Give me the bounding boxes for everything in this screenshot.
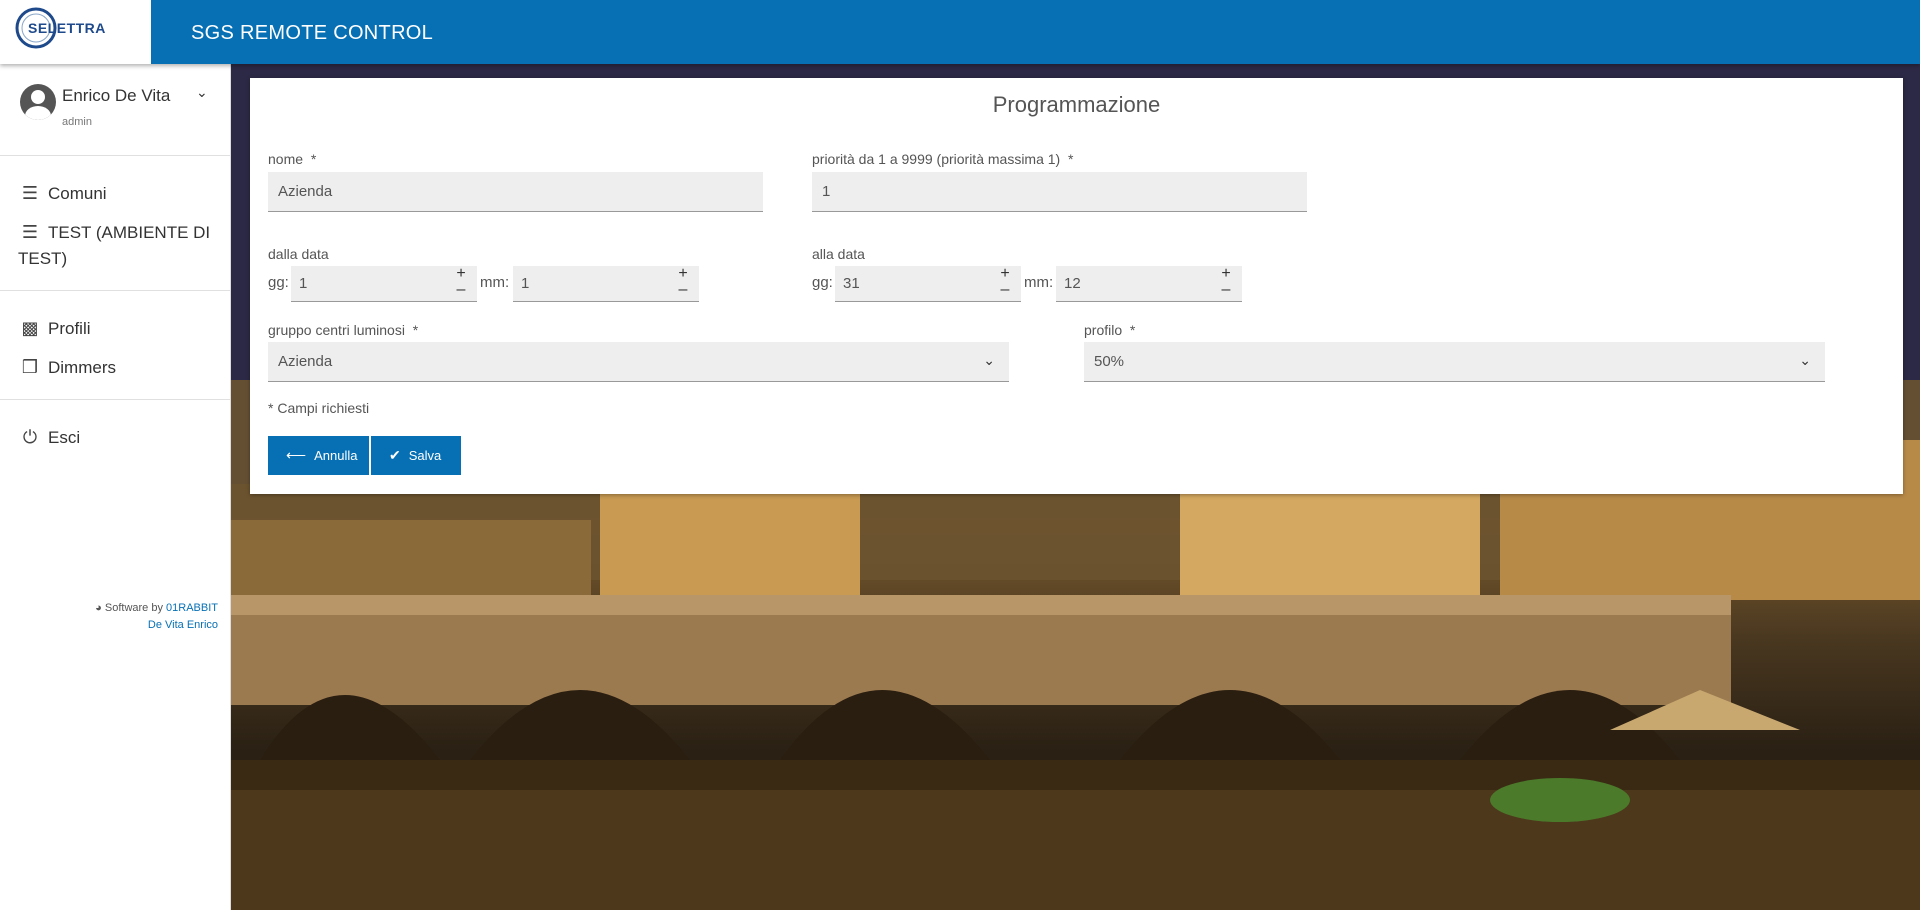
credit-author-link[interactable]: De Vita Enrico — [148, 619, 218, 631]
alla-gg-prefix: gg: — [812, 274, 833, 291]
sidebar-item-test[interactable]: ☰ TEST (AMBIENTE DI TEST) — [0, 213, 230, 278]
logo-text: SELETTRA — [28, 20, 106, 36]
sidebar-item-comuni[interactable]: ☰ Comuni — [0, 174, 230, 213]
required-note: * Campi richiesti — [268, 400, 370, 416]
nav-group-exit: ⏻ Esci — [0, 400, 230, 469]
sidebar: Enrico De Vita admin ⌄ ☰ Comuni ☰ TEST (AM… — [0, 64, 231, 910]
sidebar-item-dimmers[interactable]: ❒ Dimmers — [0, 348, 230, 387]
priorita-label: priorità da 1 a 9999 (priorità massima 1… — [812, 151, 1074, 167]
dalla-data-label: dalla data — [268, 246, 329, 262]
user-panel[interactable]: Enrico De Vita admin ⌄ — [0, 64, 230, 156]
dalla-gg-prefix: gg: — [268, 274, 289, 291]
software-credit: ◕ Software by 01RABBIT De Vita Enrico — [95, 600, 218, 634]
user-role: admin — [62, 116, 92, 128]
minus-icon[interactable]: – — [1218, 282, 1234, 298]
alla-mm-prefix: mm: — [1024, 274, 1054, 291]
programmazione-form: Programmazione nome * Azienda priorità d… — [250, 78, 1903, 494]
bar-chart-icon: ▩ — [21, 318, 39, 338]
nome-label: nome * — [268, 151, 317, 167]
nav-group-places: ☰ Comuni ☰ TEST (AMBIENTE DI TEST) — [0, 156, 230, 291]
dalla-mm-stepper[interactable]: 1 + – — [513, 266, 699, 302]
dalla-gg-stepper[interactable]: 1 + – — [291, 266, 477, 302]
sidebar-item-label: Esci — [48, 428, 81, 447]
profilo-select[interactable]: 50% ⌄ — [1084, 342, 1825, 382]
dalla-mm-prefix: mm: — [480, 274, 510, 291]
sidebar-item-label: Comuni — [48, 184, 107, 203]
user-name: Enrico De Vita — [62, 86, 171, 105]
sidebar-item-esci[interactable]: ⏻ Esci — [0, 418, 230, 457]
save-button[interactable]: ✔ Salva — [371, 436, 461, 475]
sidebar-item-profili[interactable]: ▩ Profili — [0, 309, 230, 348]
minus-icon[interactable]: – — [997, 282, 1013, 298]
nav-group-config: ▩ Profili ❒ Dimmers — [0, 291, 230, 400]
chevron-down-icon: ⌄ — [983, 352, 995, 368]
gruppo-label: gruppo centri luminosi * — [268, 322, 419, 338]
plus-icon[interactable]: + — [997, 266, 1013, 282]
rabbit-icon: ◕ — [95, 602, 102, 614]
alla-mm-stepper[interactable]: 12 + – — [1056, 266, 1242, 302]
page-title: Programmazione — [992, 92, 1161, 117]
cubes-icon: ❒ — [21, 357, 39, 377]
app-title: SGS REMOTE CONTROL — [191, 22, 434, 44]
plus-icon[interactable]: + — [675, 266, 691, 282]
sidebar-item-label: Dimmers — [48, 358, 116, 377]
arrow-left-icon: ⟵ — [286, 447, 307, 463]
cancel-button[interactable]: ⟵ Annulla — [268, 436, 369, 475]
priorita-input[interactable]: 1 — [812, 172, 1307, 212]
profilo-label: profilo * — [1084, 322, 1136, 338]
logo[interactable]: SELETTRA — [0, 0, 151, 64]
credit-company-link[interactable]: 01RABBIT — [166, 602, 218, 614]
top-bar: SELETTRA SGS REMOTE CONTROL — [0, 0, 1920, 64]
plus-icon[interactable]: + — [1218, 266, 1234, 282]
account-circle-icon — [20, 84, 56, 120]
minus-icon[interactable]: – — [675, 282, 691, 298]
gruppo-select[interactable]: Azienda ⌄ — [268, 342, 1009, 382]
alla-data-label: alla data — [812, 246, 865, 262]
check-icon: ✔ — [389, 447, 401, 463]
signpost-icon: ☰ — [21, 222, 39, 242]
plus-icon[interactable]: + — [453, 266, 469, 282]
sidebar-item-label: TEST (AMBIENTE DI TEST) — [18, 223, 211, 268]
minus-icon[interactable]: – — [453, 282, 469, 298]
nome-input[interactable]: Azienda — [268, 172, 763, 212]
chevron-down-icon[interactable]: ⌄ — [196, 84, 208, 101]
credit-prefix: Software by — [104, 602, 163, 614]
alla-gg-stepper[interactable]: 31 + – — [835, 266, 1021, 302]
power-icon: ⏻ — [22, 427, 38, 447]
signpost-icon: ☰ — [21, 183, 39, 203]
sidebar-item-label: Profili — [48, 319, 91, 338]
chevron-down-icon: ⌄ — [1799, 352, 1811, 368]
